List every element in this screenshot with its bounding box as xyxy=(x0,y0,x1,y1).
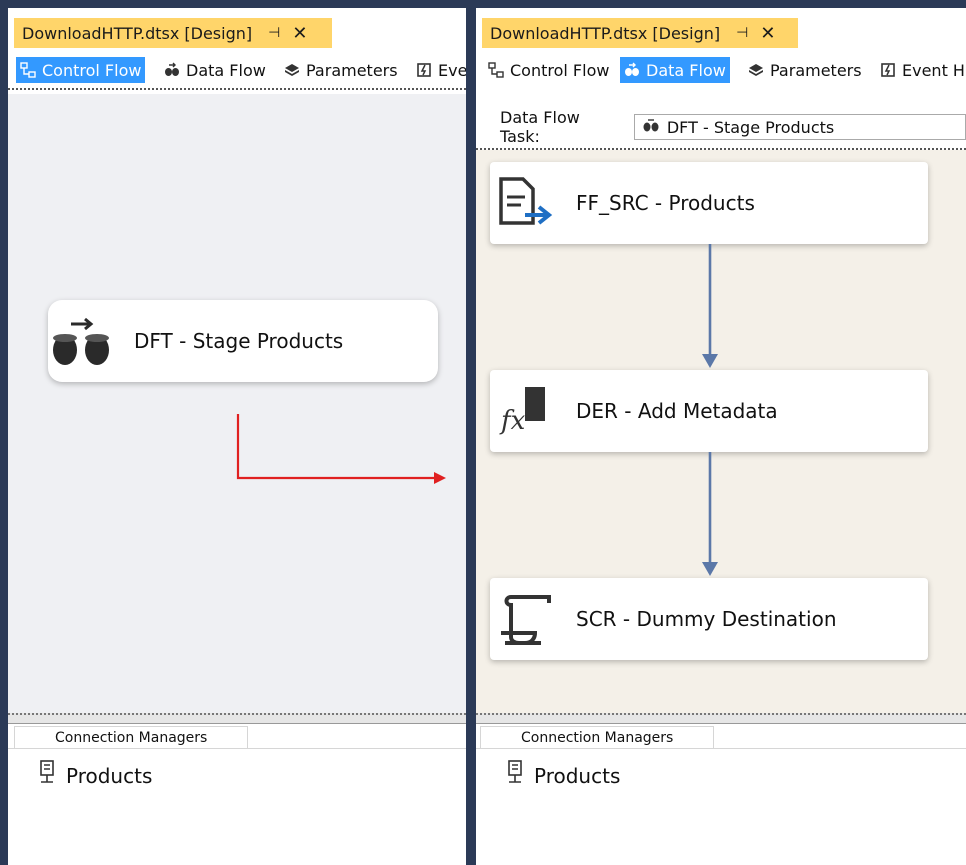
event-handlers-icon xyxy=(416,62,432,78)
component-label: DER - Add Metadata xyxy=(576,399,778,423)
data-flow-task-selector: Data Flow Task: DFT - Stage Products xyxy=(500,108,966,146)
svg-text:fx: fx xyxy=(499,406,526,436)
data-flow-task-label: Data Flow Task: xyxy=(500,108,580,146)
control-flow-pane: DownloadHTTP.dtsx [Design] ⊣ ✕ Control F… xyxy=(8,8,466,865)
data-flow-task-icon xyxy=(643,118,659,136)
close-icon[interactable]: ✕ xyxy=(292,23,307,44)
connection-managers-label: Connection Managers xyxy=(55,729,208,746)
canvas-divider xyxy=(8,713,466,724)
pin-icon[interactable]: ⊣ xyxy=(736,25,748,41)
task-label: DFT - Stage Products xyxy=(134,329,344,353)
document-tab[interactable]: DownloadHTTP.dtsx [Design] ⊣ ✕ xyxy=(482,18,798,48)
tab-event-handlers[interactable]: Eve xyxy=(412,57,466,83)
data-flow-task-icon xyxy=(48,316,118,366)
drilldown-arrow xyxy=(236,414,446,484)
tab-label: Control Flow xyxy=(42,60,142,80)
event-handlers-icon xyxy=(880,62,896,78)
path-der-to-scr[interactable] xyxy=(698,452,722,578)
document-tab-title: DownloadHTTP.dtsx [Design] xyxy=(490,23,721,43)
connection-managers-label: Connection Managers xyxy=(521,729,674,746)
divider xyxy=(476,748,966,749)
flat-file-connection-icon xyxy=(38,760,56,791)
tab-label: Data Flow xyxy=(646,60,726,80)
parameters-icon xyxy=(748,62,764,78)
script-component-icon xyxy=(490,593,560,645)
connection-manager-label: Products xyxy=(534,763,621,788)
connection-manager-item[interactable]: Products xyxy=(38,760,152,791)
connection-manager-item[interactable]: Products xyxy=(506,760,620,791)
tab-control-flow[interactable]: Control Flow xyxy=(484,57,613,83)
tab-label: Eve xyxy=(438,60,466,80)
control-flow-canvas[interactable]: DFT - Stage Products xyxy=(8,94,466,714)
tab-parameters[interactable]: Parameters xyxy=(744,57,866,83)
data-flow-pane: DownloadHTTP.dtsx [Design] ⊣ ✕ Control F… xyxy=(476,8,966,865)
designer-toolbar: Control Flow Data Flow Parameters Eve xyxy=(8,48,466,90)
parameters-icon xyxy=(284,62,300,78)
tab-label: Parameters xyxy=(306,60,398,80)
pin-icon[interactable]: ⊣ xyxy=(268,25,280,41)
data-flow-task-value: DFT - Stage Products xyxy=(666,117,835,137)
document-tab[interactable]: DownloadHTTP.dtsx [Design] ⊣ ✕ xyxy=(14,18,332,48)
divider xyxy=(8,748,466,749)
path-src-to-der[interactable] xyxy=(698,244,722,370)
tab-label: Parameters xyxy=(770,60,862,80)
tab-label: Event H xyxy=(902,60,965,80)
close-icon[interactable]: ✕ xyxy=(760,23,775,44)
flat-file-connection-icon xyxy=(506,760,524,791)
data-flow-canvas[interactable]: FF_SRC - Products fx DER - Add Metadata … xyxy=(476,150,966,714)
component-label: FF_SRC - Products xyxy=(576,191,755,215)
tab-parameters[interactable]: Parameters xyxy=(280,57,402,83)
canvas-divider xyxy=(476,713,966,724)
tab-control-flow[interactable]: Control Flow xyxy=(16,57,146,83)
control-flow-icon xyxy=(488,62,504,78)
derived-column-icon: fx xyxy=(490,385,560,437)
tab-data-flow[interactable]: Data Flow xyxy=(160,57,270,83)
control-flow-icon xyxy=(20,62,36,78)
data-flow-task-combo[interactable]: DFT - Stage Products xyxy=(633,114,966,140)
component-scr[interactable]: SCR - Dummy Destination xyxy=(490,578,928,660)
tab-label: Control Flow xyxy=(510,60,610,80)
connection-managers-tab[interactable]: Connection Managers xyxy=(480,726,714,748)
component-label: SCR - Dummy Destination xyxy=(576,607,837,631)
data-flow-task-box[interactable]: DFT - Stage Products xyxy=(48,300,438,382)
tab-data-flow[interactable]: Data Flow xyxy=(620,57,730,83)
flat-file-source-icon xyxy=(490,177,560,229)
connection-manager-label: Products xyxy=(66,763,153,788)
document-tab-title: DownloadHTTP.dtsx [Design] xyxy=(22,23,253,43)
component-der[interactable]: fx DER - Add Metadata xyxy=(490,370,928,452)
connection-managers-tab[interactable]: Connection Managers xyxy=(14,726,248,748)
component-ff-src[interactable]: FF_SRC - Products xyxy=(490,162,928,244)
tab-event-handlers[interactable]: Event H xyxy=(876,57,966,83)
data-flow-icon xyxy=(624,62,640,78)
tab-label: Data Flow xyxy=(186,60,266,80)
data-flow-icon xyxy=(164,62,180,78)
